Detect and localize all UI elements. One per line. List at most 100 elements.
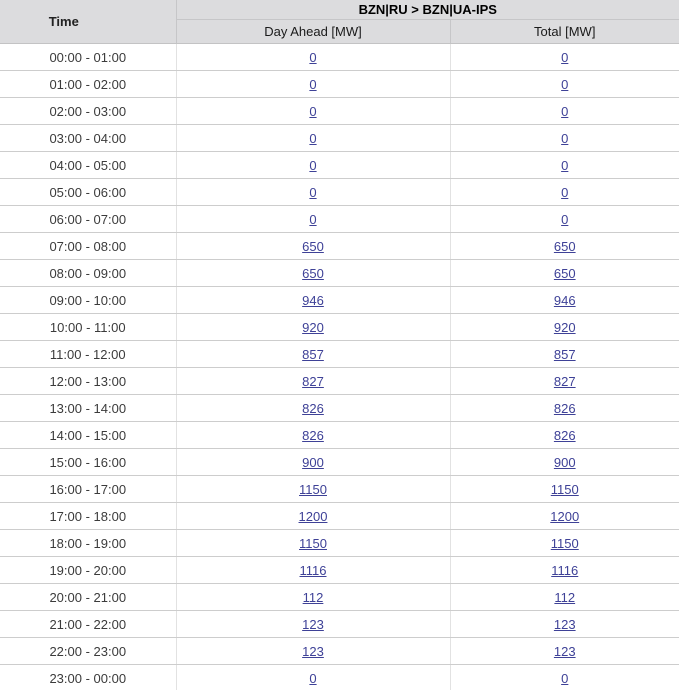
table-row: 12:00 - 13:00 827 827	[0, 368, 679, 395]
total-value-link[interactable]: 650	[554, 266, 576, 281]
day-ahead-cell: 920	[176, 314, 450, 341]
day-ahead-value-link[interactable]: 0	[309, 104, 316, 119]
total-value-link[interactable]: 826	[554, 401, 576, 416]
total-cell: 900	[450, 449, 679, 476]
day-ahead-value-link[interactable]: 0	[309, 77, 316, 92]
day-ahead-cell: 827	[176, 368, 450, 395]
time-cell: 09:00 - 10:00	[0, 287, 176, 314]
total-value-link[interactable]: 900	[554, 455, 576, 470]
day-ahead-value-link[interactable]: 0	[309, 185, 316, 200]
day-ahead-cell: 0	[176, 152, 450, 179]
total-value-link[interactable]: 112	[554, 590, 575, 605]
total-value-link[interactable]: 857	[554, 347, 576, 362]
day-ahead-value-link[interactable]: 123	[302, 617, 324, 632]
day-ahead-value-link[interactable]: 0	[309, 158, 316, 173]
total-cell: 0	[450, 71, 679, 98]
total-cell: 0	[450, 665, 679, 690]
total-cell: 1150	[450, 530, 679, 557]
day-ahead-cell: 1116	[176, 557, 450, 584]
table-row: 07:00 - 08:00 650 650	[0, 233, 679, 260]
day-ahead-value-link[interactable]: 0	[309, 50, 316, 65]
day-ahead-cell: 0	[176, 98, 450, 125]
total-value-link[interactable]: 1150	[551, 482, 579, 497]
day-ahead-value-link[interactable]: 1150	[299, 482, 327, 497]
total-cell: 857	[450, 341, 679, 368]
day-ahead-cell: 946	[176, 287, 450, 314]
table-row: 05:00 - 06:00 0 0	[0, 179, 679, 206]
total-value-link[interactable]: 0	[561, 50, 568, 65]
time-cell: 19:00 - 20:00	[0, 557, 176, 584]
total-cell: 650	[450, 233, 679, 260]
total-cell: 920	[450, 314, 679, 341]
total-column-header: Total [MW]	[450, 20, 679, 44]
total-value-link[interactable]: 0	[561, 185, 568, 200]
table-row: 17:00 - 18:00 1200 1200	[0, 503, 679, 530]
border-direction-header: BZN|RU > BZN|UA-IPS	[176, 0, 679, 20]
day-ahead-cell: 0	[176, 179, 450, 206]
table-row: 08:00 - 09:00 650 650	[0, 260, 679, 287]
day-ahead-value-link[interactable]: 857	[302, 347, 324, 362]
day-ahead-cell: 0	[176, 206, 450, 233]
day-ahead-value-link[interactable]: 900	[302, 455, 324, 470]
day-ahead-cell: 123	[176, 611, 450, 638]
total-cell: 650	[450, 260, 679, 287]
time-cell: 08:00 - 09:00	[0, 260, 176, 287]
table-body: 00:00 - 01:00 0 0 01:00 - 02:00 0 0 02:0…	[0, 44, 679, 690]
day-ahead-value-link[interactable]: 650	[302, 266, 324, 281]
capacity-table-page: Time BZN|RU > BZN|UA-IPS Day Ahead [MW] …	[0, 0, 679, 690]
total-value-link[interactable]: 0	[561, 158, 568, 173]
time-cell: 14:00 - 15:00	[0, 422, 176, 449]
total-value-link[interactable]: 0	[561, 212, 568, 227]
day-ahead-value-link[interactable]: 0	[309, 131, 316, 146]
day-ahead-cell: 112	[176, 584, 450, 611]
total-value-link[interactable]: 0	[561, 77, 568, 92]
time-cell: 21:00 - 22:00	[0, 611, 176, 638]
total-value-link[interactable]: 650	[554, 239, 576, 254]
day-ahead-cell: 0	[176, 71, 450, 98]
crossborder-capacity-table: Time BZN|RU > BZN|UA-IPS Day Ahead [MW] …	[0, 0, 679, 690]
total-value-link[interactable]: 946	[554, 293, 576, 308]
table-row: 18:00 - 19:00 1150 1150	[0, 530, 679, 557]
day-ahead-value-link[interactable]: 112	[303, 590, 324, 605]
day-ahead-value-link[interactable]: 650	[302, 239, 324, 254]
day-ahead-value-link[interactable]: 826	[302, 401, 324, 416]
day-ahead-value-link[interactable]: 1116	[300, 563, 327, 578]
total-value-link[interactable]: 123	[554, 644, 576, 659]
day-ahead-cell: 826	[176, 422, 450, 449]
day-ahead-value-link[interactable]: 0	[309, 671, 316, 686]
table-row: 01:00 - 02:00 0 0	[0, 71, 679, 98]
table-header: Time BZN|RU > BZN|UA-IPS Day Ahead [MW] …	[0, 0, 679, 44]
total-cell: 0	[450, 98, 679, 125]
day-ahead-value-link[interactable]: 0	[309, 212, 316, 227]
day-ahead-value-link[interactable]: 123	[302, 644, 324, 659]
total-value-link[interactable]: 826	[554, 428, 576, 443]
total-value-link[interactable]: 827	[554, 374, 576, 389]
day-ahead-cell: 0	[176, 125, 450, 152]
table-row: 00:00 - 01:00 0 0	[0, 44, 679, 71]
day-ahead-column-header: Day Ahead [MW]	[176, 20, 450, 44]
day-ahead-cell: 650	[176, 233, 450, 260]
time-cell: 02:00 - 03:00	[0, 98, 176, 125]
total-value-link[interactable]: 0	[561, 131, 568, 146]
total-cell: 0	[450, 179, 679, 206]
time-column-header: Time	[0, 0, 176, 44]
time-cell: 13:00 - 14:00	[0, 395, 176, 422]
day-ahead-value-link[interactable]: 1200	[299, 509, 328, 524]
total-value-link[interactable]: 1150	[551, 536, 579, 551]
day-ahead-value-link[interactable]: 920	[302, 320, 324, 335]
table-row: 15:00 - 16:00 900 900	[0, 449, 679, 476]
total-cell: 0	[450, 206, 679, 233]
total-value-link[interactable]: 1200	[550, 509, 579, 524]
day-ahead-value-link[interactable]: 1150	[299, 536, 327, 551]
day-ahead-value-link[interactable]: 827	[302, 374, 324, 389]
total-value-link[interactable]: 1116	[551, 563, 578, 578]
total-cell: 0	[450, 125, 679, 152]
day-ahead-value-link[interactable]: 946	[302, 293, 324, 308]
total-value-link[interactable]: 0	[561, 104, 568, 119]
total-value-link[interactable]: 920	[554, 320, 576, 335]
total-value-link[interactable]: 0	[561, 671, 568, 686]
total-value-link[interactable]: 123	[554, 617, 576, 632]
table-row: 03:00 - 04:00 0 0	[0, 125, 679, 152]
total-cell: 946	[450, 287, 679, 314]
day-ahead-value-link[interactable]: 826	[302, 428, 324, 443]
